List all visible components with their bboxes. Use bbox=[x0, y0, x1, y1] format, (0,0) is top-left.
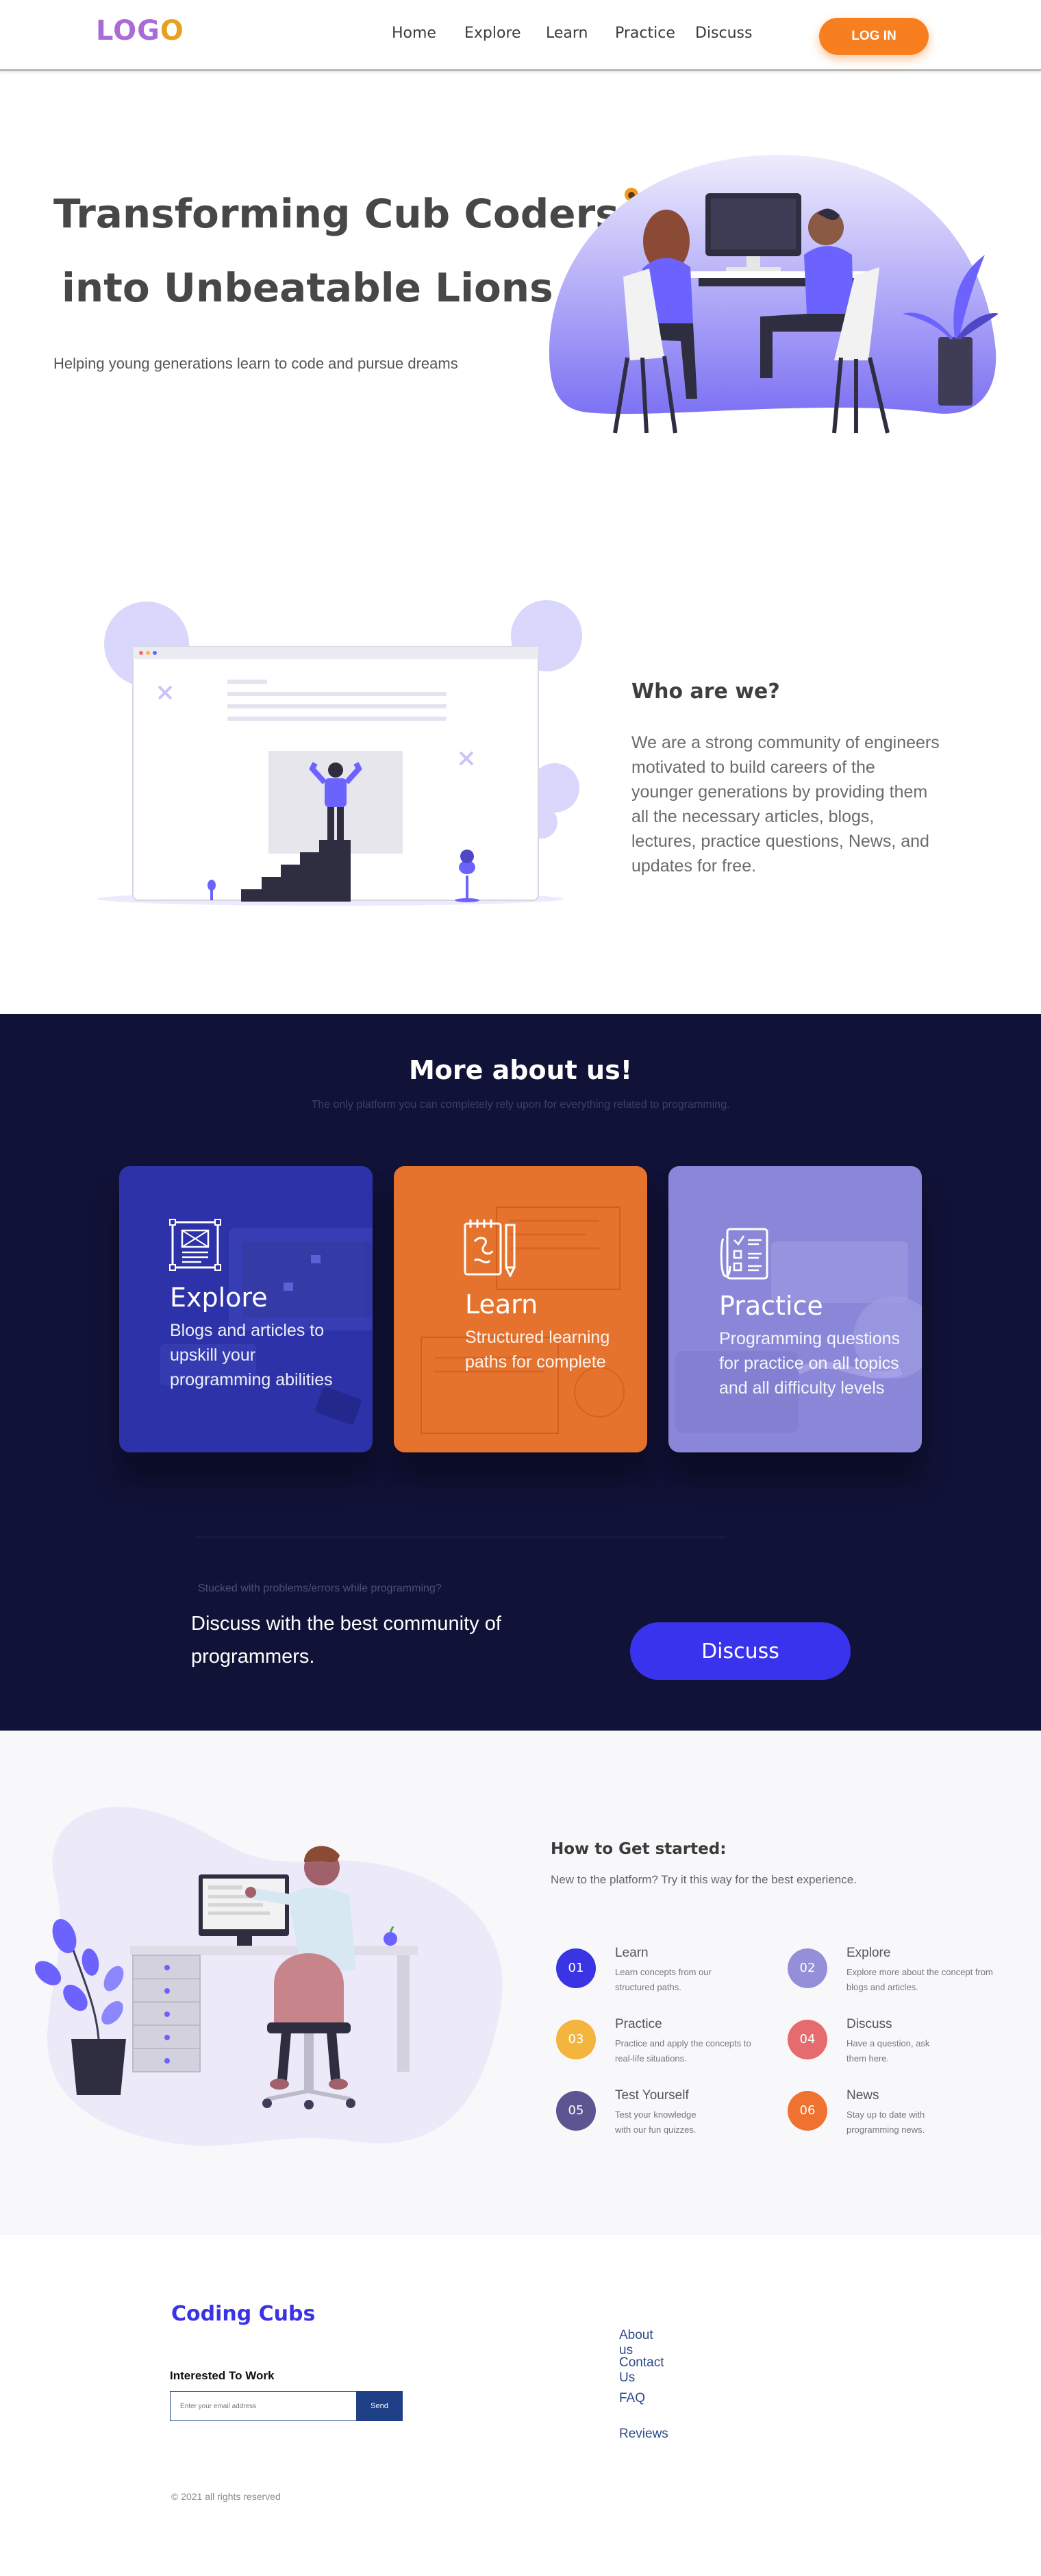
step-number: 05 bbox=[556, 2091, 596, 2131]
step-number: 01 bbox=[556, 1948, 596, 1988]
nav-link-explore[interactable]: Explore bbox=[464, 25, 521, 42]
copyright: © 2021 all rights reserved bbox=[171, 2491, 281, 2502]
footer-brand[interactable]: Coding Cubs bbox=[171, 2302, 315, 2326]
step-number: 02 bbox=[788, 1948, 827, 1988]
more-subtitle: The only platform you can completely rel… bbox=[311, 1099, 730, 1111]
hero-title-line1: Transforming Cub Coders bbox=[53, 190, 619, 237]
logo[interactable]: LOGO bbox=[96, 15, 184, 47]
newspaper-icon bbox=[169, 1219, 221, 1271]
footer-link-faq[interactable]: FAQ bbox=[619, 2391, 645, 2406]
hero-illustration bbox=[549, 154, 999, 434]
interested-label: Interested To Work bbox=[170, 2369, 275, 2382]
checklist-icon bbox=[720, 1228, 768, 1280]
step-desc: Learn concepts from our structured paths… bbox=[615, 1967, 712, 1992]
learn-card[interactable]: Learn Structured learning paths for comp… bbox=[394, 1166, 647, 1452]
footer-link-reviews[interactable]: Reviews bbox=[619, 2427, 668, 2442]
step-desc: Have a question, ask them here. bbox=[846, 2038, 930, 2064]
hero-subtitle: Helping young generations learn to code … bbox=[53, 355, 458, 372]
nav-link-home[interactable]: Home bbox=[392, 25, 436, 42]
step-number: 03 bbox=[556, 2020, 596, 2059]
step-title: Learn bbox=[615, 1946, 649, 1960]
practice-card[interactable]: Practice Programming questions for pract… bbox=[668, 1166, 922, 1452]
explore-card-desc: Blogs and articles to upskill your progr… bbox=[170, 1321, 333, 1389]
step-desc: Practice and apply the concepts to real-… bbox=[615, 2038, 751, 2064]
top-navbar: LOGO Home Explore Learn Practice Discuss… bbox=[0, 0, 1041, 71]
notebook-pencil-icon bbox=[464, 1219, 516, 1277]
get-started-section: How to Get started: New to the platform?… bbox=[0, 1731, 1041, 2235]
about-illustration bbox=[97, 600, 582, 906]
email-field[interactable] bbox=[170, 2391, 356, 2421]
about-title: Who are we? bbox=[631, 680, 780, 704]
get-started-subtitle: New to the platform? Try it this way for… bbox=[551, 1873, 857, 1886]
step-title: Explore bbox=[846, 1946, 891, 1960]
login-button[interactable]: LOG IN bbox=[819, 18, 929, 55]
more-title: More about us! bbox=[408, 1055, 633, 1085]
step-title: Practice bbox=[615, 2017, 662, 2031]
practice-card-title: Practice bbox=[719, 1291, 823, 1321]
get-started-illustration bbox=[34, 1807, 503, 2146]
nav-link-learn[interactable]: Learn bbox=[546, 25, 588, 42]
step-number: 06 bbox=[788, 2091, 827, 2131]
send-button[interactable]: Send bbox=[356, 2391, 403, 2421]
practice-card-desc: Programming questions for practice on al… bbox=[719, 1329, 901, 1398]
step-desc: Explore more about the concept from blog… bbox=[846, 1967, 993, 1992]
step-title: Discuss bbox=[846, 2017, 892, 2031]
learn-card-desc: Structured learning paths for complete bbox=[465, 1328, 610, 1372]
stuck-text: Stucked with problems/errors while progr… bbox=[198, 1583, 442, 1594]
nav-link-practice[interactable]: Practice bbox=[615, 25, 675, 42]
discuss-button[interactable]: Discuss bbox=[630, 1622, 851, 1680]
step-desc: Test your knowledge with our fun quizzes… bbox=[615, 2109, 697, 2135]
step-desc: Stay up to date with programming news. bbox=[846, 2109, 925, 2135]
footer: Coding Cubs Interested To Work Send © 20… bbox=[0, 2235, 1041, 2576]
step-title: Test Yourself bbox=[615, 2088, 689, 2103]
learn-card-title: Learn bbox=[465, 1289, 538, 1320]
footer-link-about[interactable]: About us bbox=[619, 2328, 653, 2358]
step-number: 04 bbox=[788, 2020, 827, 2059]
about-text: We are a strong community of engineers m… bbox=[631, 733, 940, 876]
more-about-section: More about us! The only platform you can… bbox=[0, 1014, 1041, 1731]
explore-card-title: Explore bbox=[170, 1283, 268, 1313]
step-title: News bbox=[846, 2088, 879, 2103]
get-started-title: How to Get started: bbox=[551, 1840, 727, 1858]
discuss-text: Discuss with the best community of progr… bbox=[191, 1613, 501, 1668]
footer-link-contact[interactable]: Contact Us bbox=[619, 2355, 664, 2386]
nav-link-discuss[interactable]: Discuss bbox=[695, 25, 752, 42]
explore-card[interactable]: Explore Blogs and articles to upskill yo… bbox=[119, 1166, 373, 1452]
